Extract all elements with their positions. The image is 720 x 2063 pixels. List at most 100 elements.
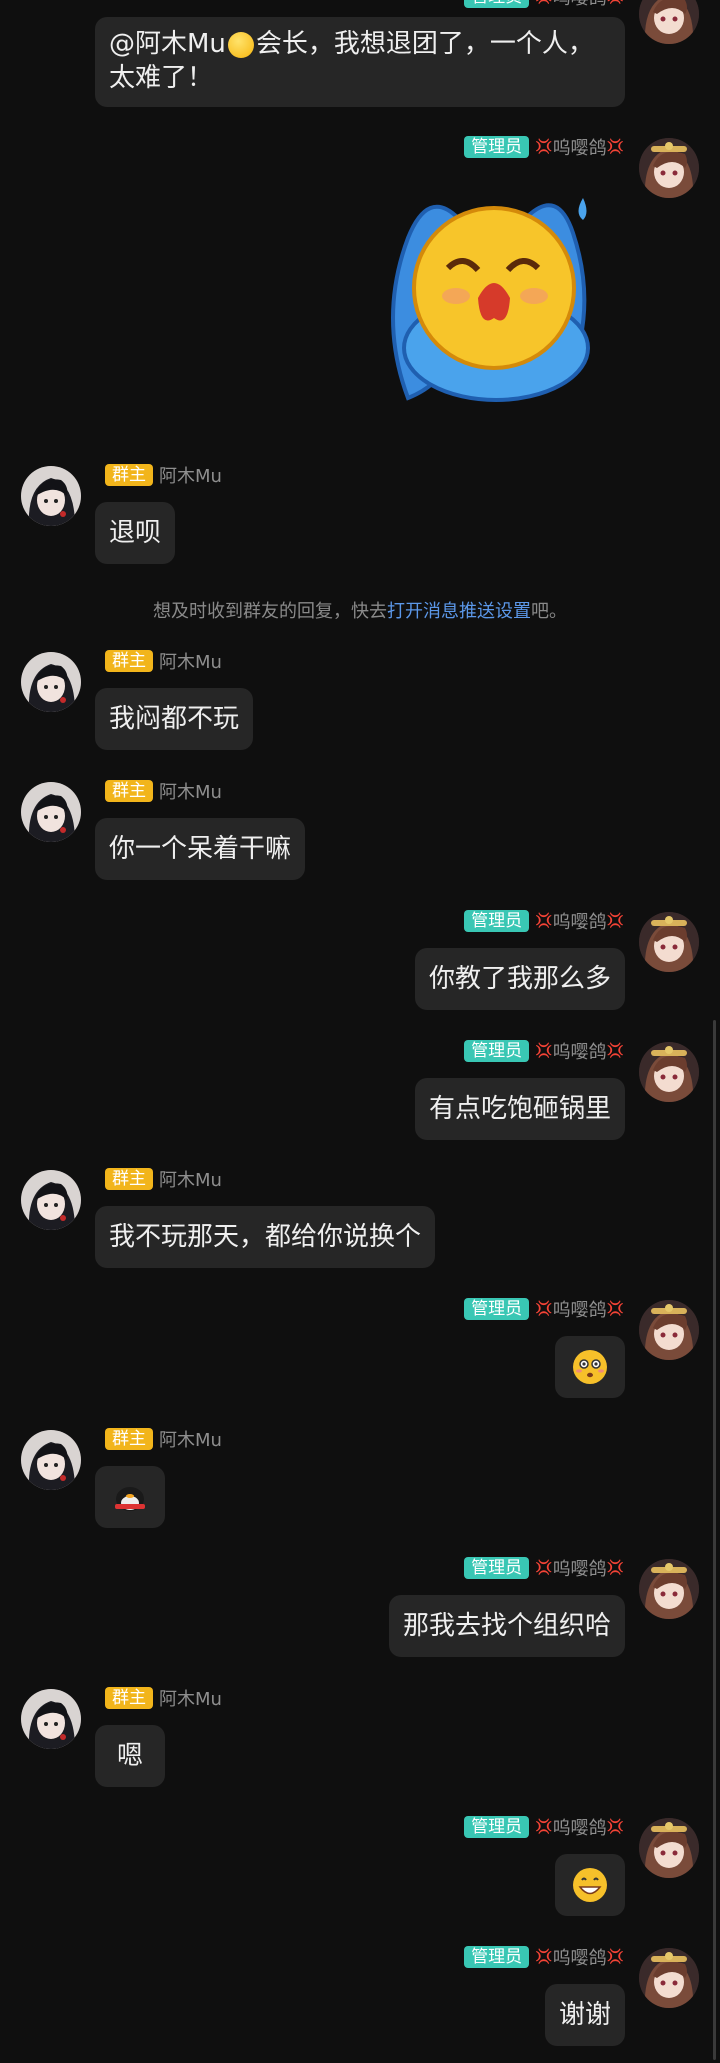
message-text: 退呗 [109,518,162,548]
fire-icon: 💢 [606,139,624,155]
sender-name-line: 群主 阿木Mu [105,780,222,803]
sender-name-line: 管理员 💢 呜嘤鸽 💢 [464,136,624,159]
avatar[interactable] [21,652,81,712]
message-text: 我闷都不玩 [109,704,240,734]
sender-name: 呜嘤鸽 [552,1300,607,1321]
avatar[interactable] [639,1559,699,1619]
fire-icon: 💢 [535,139,553,155]
admin-tag: 管理员 [464,1298,530,1320]
message-bubble[interactable] [555,1336,625,1398]
message-text: 嗯 [116,1741,143,1771]
avatar[interactable] [639,1948,699,2008]
admin-tag: 管理员 [464,910,530,932]
sender-name-line: 管理员 💢 呜嘤鸽 💢 [464,1557,624,1580]
owner-tag: 群主 [105,1687,153,1709]
penguin-emoji-icon [115,1487,145,1511]
sender-name: 呜嘤鸽 [552,1818,607,1839]
message-bubble[interactable]: 有点吃饱砸锅里 [414,1078,625,1140]
message-text: 你一个呆着干嘛 [109,834,292,864]
avatar[interactable] [639,1042,699,1102]
fire-icon: 💢 [606,913,624,929]
sender-name-line: 管理员 💢 呜嘤鸽 💢 [464,1298,624,1321]
sender-name: 阿木Mu [159,466,222,487]
sender-name-line: 群主 阿木Mu [105,464,222,487]
fire-icon: 💢 [535,1819,553,1835]
message-bubble[interactable]: 嗯 [95,1725,165,1787]
message-bubble[interactable]: @阿木Mu 会长，我想退团了，一个人，太难了！ [95,17,625,107]
fire-icon: 💢 [606,1043,624,1059]
sender-name: 阿木Mu [159,1689,222,1710]
flushed-emoji-icon [573,1350,607,1384]
admin-tag: 管理员 [464,1946,530,1968]
message-bubble[interactable]: 谢谢 [544,1984,625,2046]
sender-name-line: 群主 阿木Mu [105,1428,222,1451]
sender-name: 呜嘤鸽 [552,1042,607,1063]
notice-text: 吧。 [531,601,567,622]
message-text: 那我去找个组织哈 [402,1611,611,1641]
sender-name: 呜嘤鸽 [553,0,607,10]
message-bubble[interactable]: 退呗 [95,502,176,564]
message-bubble[interactable]: 你一个呆着干嘛 [95,818,306,880]
fire-icon: 💢 [535,913,553,929]
message-bubble[interactable] [555,1854,625,1916]
admin-tag: 管理员 [464,1816,530,1838]
scrollbar[interactable] [713,1020,716,2060]
message-text: 谢谢 [558,2000,611,2030]
avatar[interactable] [21,1689,81,1749]
fire-icon: 💢 [606,1301,624,1317]
avatar[interactable] [21,1170,81,1230]
avatar[interactable] [21,466,81,526]
sender-name-line: 群主 阿木Mu [105,1168,222,1191]
fire-icon: 💢 [607,0,624,5]
avatar[interactable] [639,138,699,198]
sender-name: 阿木Mu [159,1170,222,1191]
owner-tag: 群主 [105,1168,153,1190]
message-bubble[interactable]: 你教了我那么多 [414,948,625,1010]
avatar[interactable] [21,1430,81,1490]
fire-icon: 💢 [606,1560,624,1576]
sender-name: 呜嘤鸽 [552,912,607,933]
crying-sticker-icon[interactable] [368,178,608,418]
sender-name-line: 管理员 💢 呜嘤鸽 💢 [464,1040,624,1063]
yawn-emoji-icon [227,31,254,58]
mention[interactable]: @阿木Mu [109,29,226,59]
avatar[interactable] [639,1300,699,1360]
fire-icon: 💢 [535,1301,553,1317]
owner-tag: 群主 [105,464,153,486]
message-bubble[interactable]: 那我去找个组织哈 [388,1595,625,1657]
sender-name-line: 管理员 💢 呜嘤鸽 💢 [464,910,624,933]
fire-icon: 💢 [535,1043,553,1059]
admin-tag: 管理员 [464,1557,530,1579]
message-bubble[interactable] [95,1466,165,1528]
sender-name: 呜嘤鸽 [552,1559,607,1580]
avatar[interactable] [21,782,81,842]
fire-icon: 💢 [606,1819,624,1835]
message-text: 你教了我那么多 [428,964,611,994]
grin-emoji-icon [573,1868,607,1902]
sender-name: 阿木Mu [159,652,222,673]
sender-name-line: 管理员 💢 呜嘤鸽 💢 [464,1816,624,1839]
sender-name-line: 群主 阿木Mu [105,650,222,673]
sender-name-line: 管理员 💢 呜嘤鸽 💢 [464,1946,624,1969]
message-bubble[interactable]: 我不玩那天，都给你说换个 [95,1206,436,1268]
fire-icon: 💢 [606,1949,624,1965]
owner-tag: 群主 [105,1428,153,1450]
fire-icon: 💢 [535,1949,553,1965]
message-text: 有点吃饱砸锅里 [428,1094,611,1124]
owner-tag: 群主 [105,650,153,672]
push-settings-link[interactable]: 打开消息推送设置 [387,601,531,622]
push-settings-notice: 想及时收到群友的回复，快去打开消息推送设置吧。 [0,597,720,623]
avatar[interactable] [639,912,699,972]
avatar[interactable] [639,1818,699,1878]
message-text: 我不玩那天，都给你说换个 [109,1222,422,1252]
sender-name: 呜嘤鸽 [552,1948,607,1969]
avatar[interactable] [639,0,699,44]
admin-tag: 管理员 [464,136,530,158]
admin-tag: 管理员 [464,0,530,8]
sender-name: 阿木Mu [159,1430,222,1451]
admin-tag: 管理员 [464,1040,530,1062]
message-bubble[interactable]: 我闷都不玩 [95,688,254,750]
owner-tag: 群主 [105,780,153,802]
sender-name-line: 群主 阿木Mu [105,1687,222,1710]
sender-name: 呜嘤鸽 [552,138,607,159]
